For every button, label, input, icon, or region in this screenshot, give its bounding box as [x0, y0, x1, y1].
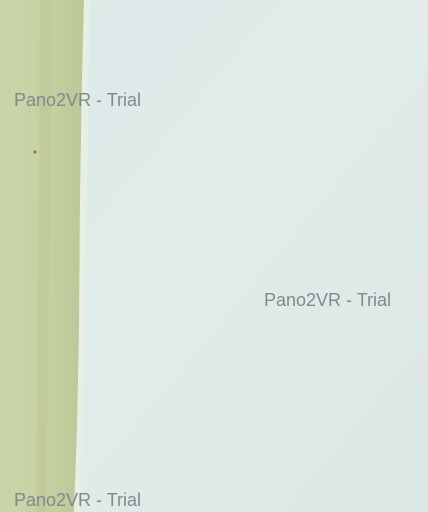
panorama-view[interactable]: Pano2VR - Trial Pano2VR - Trial Pano2VR … [0, 0, 428, 512]
watermark-center: Pano2VR - Trial [264, 290, 392, 310]
wall-photo [0, 0, 428, 512]
watermark-bottom-left: Pano2VR - Trial [14, 490, 142, 510]
wall-speck [33, 150, 37, 154]
watermark-top-left: Pano2VR - Trial [14, 90, 142, 110]
